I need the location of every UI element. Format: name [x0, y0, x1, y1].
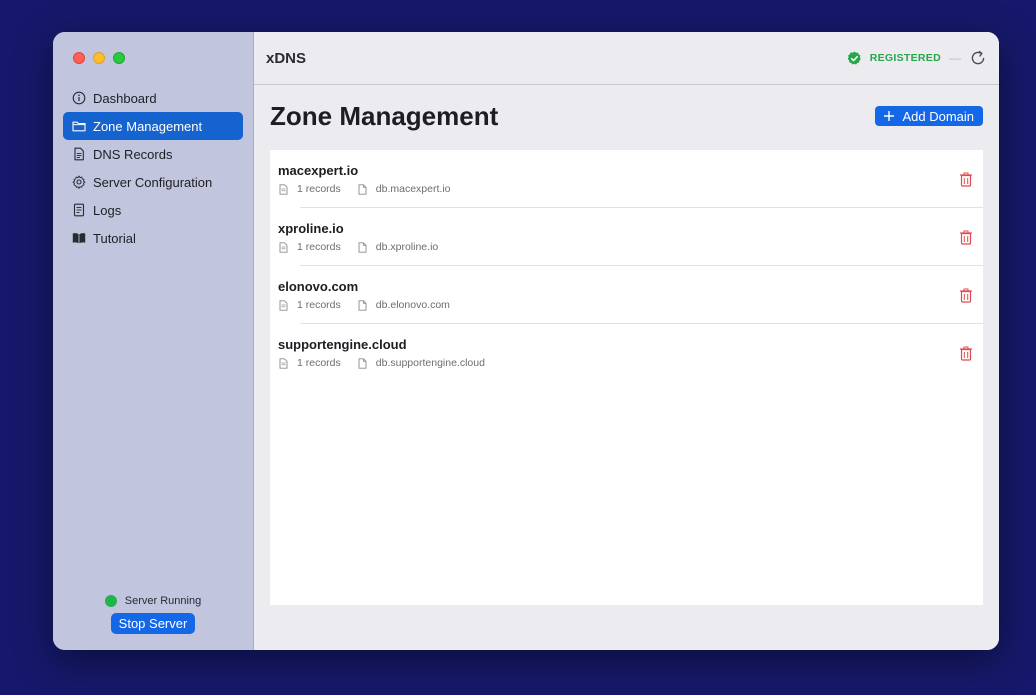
sidebar-item-label: Logs	[93, 202, 122, 218]
zone-row[interactable]: xproline.io 1 records db.xproline.io	[270, 208, 983, 266]
app-window: Dashboard Zone Management DNS Records Se…	[53, 32, 999, 650]
zone-meta: 1 records db.supportengine.cloud	[278, 357, 983, 369]
main-panel: xDNS REGISTERED — Zone Management Add Do…	[254, 32, 999, 650]
sidebar: Dashboard Zone Management DNS Records Se…	[53, 32, 254, 650]
zone-row[interactable]: supportengine.cloud 1 records db.support…	[270, 324, 983, 382]
toolbar: xDNS REGISTERED —	[254, 32, 999, 85]
maximize-window-button[interactable]	[113, 52, 125, 64]
close-window-button[interactable]	[73, 52, 85, 64]
plus-icon	[884, 111, 895, 121]
zone-record-count: 1 records	[297, 183, 341, 195]
zone-file-name: db.macexpert.io	[375, 183, 451, 195]
book-icon	[72, 233, 86, 244]
gear-icon	[72, 175, 86, 189]
zone-meta: 1 records db.macexpert.io	[278, 183, 983, 195]
folder-icon	[72, 121, 86, 132]
zone-record-count: 1 records	[297, 241, 341, 253]
delete-trash-icon[interactable]	[959, 230, 973, 245]
toolbar-separator: —	[949, 51, 961, 65]
zone-name: macexpert.io	[278, 163, 359, 178]
sidebar-item-label: Zone Management	[93, 118, 203, 134]
sidebar-item-server-configuration[interactable]: Server Configuration	[63, 168, 243, 196]
page-title: Zone Management	[270, 100, 499, 131]
add-domain-button[interactable]: Add Domain	[875, 106, 983, 126]
zone-row[interactable]: elonovo.com 1 records db.elonovo.com	[270, 266, 983, 324]
sidebar-item-tutorial[interactable]: Tutorial	[63, 224, 243, 252]
records-document-icon	[279, 183, 288, 195]
registration-badge: REGISTERED	[847, 51, 941, 66]
sidebar-item-label: Dashboard	[93, 90, 157, 106]
sidebar-item-label: Tutorial	[93, 230, 136, 246]
records-document-icon	[279, 357, 288, 369]
zone-name: xproline.io	[278, 221, 344, 236]
server-status-line: Server Running	[104, 595, 202, 607]
delete-trash-icon[interactable]	[959, 172, 973, 187]
server-status-panel: Server Running Stop Server	[53, 595, 253, 634]
zone-row[interactable]: macexpert.io 1 records db.macexpert.io	[270, 150, 983, 208]
info-circle-icon	[72, 91, 86, 105]
app-title: xDNS	[266, 49, 307, 67]
server-status-text: Server Running	[124, 595, 202, 607]
zone-record-count: 1 records	[297, 299, 341, 311]
sidebar-item-logs[interactable]: Logs	[63, 196, 243, 224]
delete-trash-icon[interactable]	[959, 288, 973, 303]
records-document-icon	[279, 241, 288, 253]
file-icon	[358, 241, 367, 253]
zone-file-name: db.elonovo.com	[375, 299, 450, 311]
verified-check-icon	[847, 51, 861, 65]
sidebar-item-label: DNS Records	[93, 146, 173, 162]
minimize-window-button[interactable]	[93, 52, 105, 64]
status-indicator-dot	[104, 595, 117, 607]
delete-trash-icon[interactable]	[959, 346, 973, 361]
zone-file-name: db.xproline.io	[375, 241, 439, 253]
sidebar-item-dns-records[interactable]: DNS Records	[63, 140, 243, 168]
file-icon	[358, 357, 367, 369]
zone-meta: 1 records db.elonovo.com	[278, 299, 983, 311]
refresh-icon[interactable]	[969, 49, 987, 67]
sidebar-item-dashboard[interactable]: Dashboard	[63, 84, 243, 112]
stop-server-button[interactable]: Stop Server	[110, 613, 196, 634]
zone-record-count: 1 records	[297, 357, 341, 369]
content-header: Zone Management Add Domain	[270, 101, 983, 131]
zone-name: supportengine.cloud	[278, 337, 407, 352]
zone-name: elonovo.com	[278, 279, 359, 294]
zone-meta: 1 records db.xproline.io	[278, 241, 983, 253]
file-icon	[358, 183, 367, 195]
registration-status-text: REGISTERED	[869, 52, 941, 64]
zone-file-name: db.supportengine.cloud	[375, 357, 485, 369]
file-icon	[358, 299, 367, 311]
sidebar-nav: Dashboard Zone Management DNS Records Se…	[63, 84, 243, 252]
sidebar-item-label: Server Configuration	[93, 174, 213, 190]
zone-list: macexpert.io 1 records db.macexpert.io x…	[270, 150, 983, 605]
document-icon	[74, 147, 84, 161]
content-area: Zone Management Add Domain macexpert.io …	[254, 85, 999, 605]
toolbar-right: REGISTERED —	[847, 49, 987, 67]
sidebar-item-zone-management[interactable]: Zone Management	[63, 112, 243, 140]
log-icon	[73, 203, 85, 217]
window-controls	[73, 52, 125, 64]
records-document-icon	[279, 299, 288, 311]
add-domain-label: Add Domain	[902, 108, 974, 124]
